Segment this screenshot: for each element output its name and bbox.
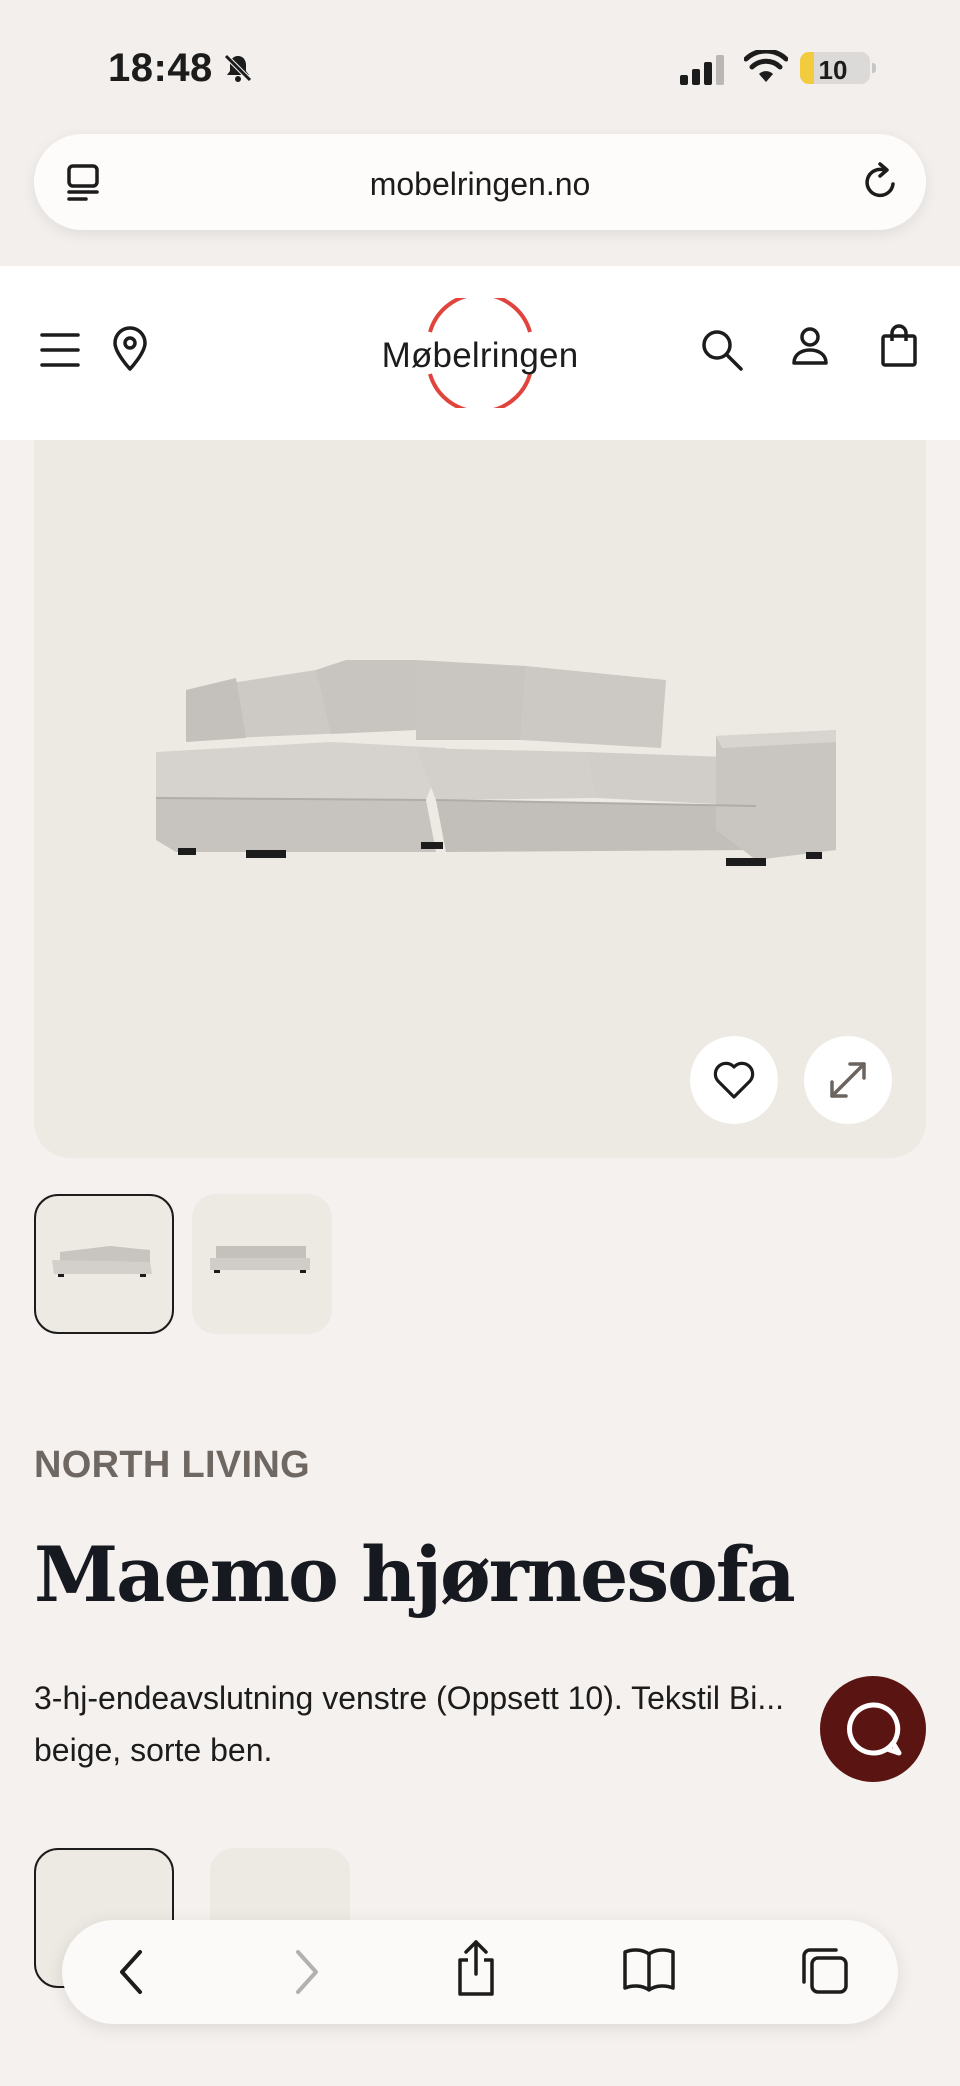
logo-text: Møbelringen [381,336,579,375]
bookmarks-icon[interactable] [622,1946,676,1997]
browser-toolbar [62,1920,898,2024]
product-title: Maemo hjørnesofa [34,1530,796,1619]
site-logo[interactable]: Møbelringen [370,298,590,408]
reload-icon[interactable] [862,162,900,207]
expand-icon [826,1058,870,1107]
shopping-bag-icon[interactable] [880,324,918,373]
url-text[interactable]: mobelringen.no [34,166,926,203]
back-icon[interactable] [114,1946,150,2003]
site-header: Møbelringen [0,266,960,440]
sofa-image [155,660,836,866]
thumbnail-angle-view[interactable] [34,1194,174,1334]
status-bar: 18:48 10 [0,0,960,130]
bell-slash-icon [222,52,254,89]
user-icon[interactable] [790,326,830,371]
forward-icon[interactable] [288,1946,324,2003]
chat-button[interactable] [820,1676,926,1782]
search-icon[interactable] [700,328,744,377]
heart-icon [712,1060,756,1105]
share-icon[interactable] [454,1938,498,2003]
product-description: 3-hj-endeavslutning venstre (Oppsett 10)… [34,1680,784,1768]
menu-icon[interactable] [40,332,80,373]
location-pin-icon[interactable] [112,326,148,377]
battery-icon: 10 [800,52,876,85]
wifi-icon [743,48,789,89]
expand-image-button[interactable] [804,1036,892,1124]
status-time: 18:48 [108,46,213,90]
url-bar[interactable]: mobelringen.no [34,134,926,230]
tabs-overview-icon[interactable] [800,1946,850,2001]
thumbnail-front-view[interactable] [192,1194,332,1334]
browser-chrome: mobelringen.no [0,130,960,266]
product-image[interactable] [34,440,926,1158]
favorite-button[interactable] [690,1036,778,1124]
battery-level: 10 [818,55,848,85]
product-brand[interactable]: NORTH LIVING [34,1444,310,1487]
signal-icon [680,55,728,90]
